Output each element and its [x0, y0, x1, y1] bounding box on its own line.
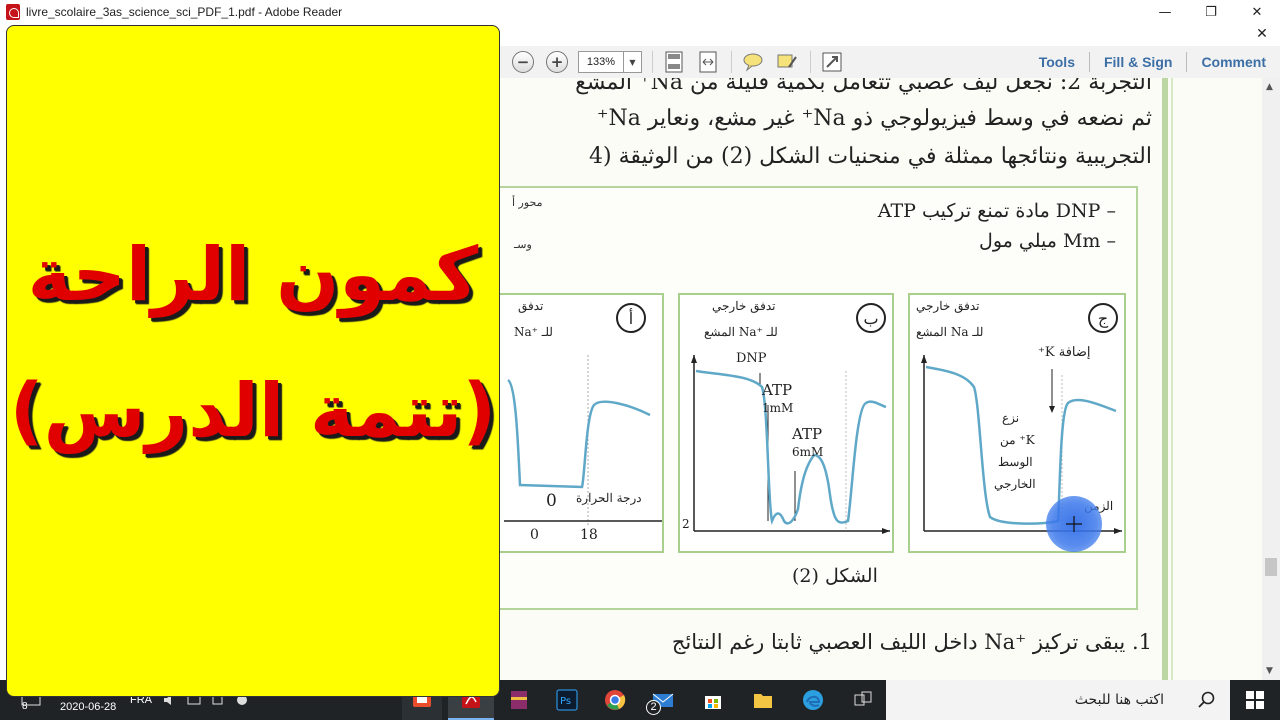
mail-badge: 2	[646, 700, 661, 715]
window-title-bar: livre_scolaire_3as_science_sci_PDF_1.pdf…	[0, 0, 1280, 24]
search-icon	[1198, 691, 1215, 708]
close-button[interactable]: ✕	[1234, 0, 1280, 24]
zoom-in-button[interactable]: +	[546, 51, 568, 73]
adobe-reader-icon	[6, 4, 20, 20]
clock-date: 2020-06-28	[60, 701, 117, 713]
taskbar-search-box[interactable]: اكتب هنا للبحث	[886, 680, 1230, 720]
panel-c-ylabel: تدفق خارجي	[916, 299, 980, 313]
taskbar-edge-icon[interactable]	[796, 680, 830, 720]
document-text-line: ثم نضعه في وسط فيزيولوجي ذو Na⁺ غير مشع،…	[596, 106, 1152, 131]
document-text-line: التجريبية ونتائجها ممثلة في منحنيات الشك…	[589, 144, 1152, 169]
taskbar-store-icon[interactable]	[696, 680, 730, 720]
panel-c-letter: ج	[1088, 303, 1118, 333]
panel-a-tick: 0	[530, 527, 539, 543]
vertical-scrollbar[interactable]: ▲ ▼	[1262, 78, 1280, 680]
sticky-note-icon[interactable]	[740, 49, 766, 75]
scroll-thumb[interactable]	[1265, 558, 1277, 576]
panel-a-ylabel: تدفق	[518, 299, 544, 313]
toolbar-panels: Tools Fill & Sign Comment	[1025, 46, 1280, 78]
figure-box: – DNP مادة تمنع تركيب ATP – Mm ميلي مول …	[500, 186, 1138, 610]
windows-logo-icon	[1246, 691, 1264, 709]
page-margin-stripe	[1162, 78, 1168, 680]
zoom-dropdown-button[interactable]: ▼	[624, 51, 642, 73]
axis-note: وسـ	[514, 238, 532, 251]
scroll-up-icon[interactable]: ▲	[1266, 82, 1273, 92]
tools-link[interactable]: Tools	[1025, 54, 1089, 70]
toolbar-divider	[810, 51, 811, 73]
figure-caption: الشكل (2)	[792, 565, 878, 587]
reader-toolbar: − + 133% ▼ Tools Fill & Sign Comment	[500, 46, 1280, 78]
panel-c-ylabel: للـ Na المشع	[916, 325, 984, 339]
minimize-button[interactable]: —	[1142, 0, 1188, 24]
panel-a-value: 0	[546, 491, 557, 511]
document-text-line: التجربة 2: نجعل ليف عصبي تتعامل بكمية قل…	[575, 78, 1152, 95]
start-button[interactable]	[1230, 680, 1280, 720]
panel-b-y-tick: 2	[682, 517, 690, 531]
page-margin-stripe	[1171, 78, 1173, 680]
legend-dnp: – DNP مادة تمنع تركيب ATP	[877, 200, 1116, 222]
taskbar-file-explorer-icon[interactable]	[746, 680, 780, 720]
zoom-level-input[interactable]: 133%	[578, 51, 624, 73]
question-text: 1. يبقى تركيز ⁺Na داخل الليف العصبي ثابت…	[671, 630, 1152, 654]
panel-c-add-k-label: إضافة K⁺	[1038, 345, 1091, 360]
panel-b-atp2-conc: 6mM	[792, 445, 824, 459]
task-view-icon[interactable]	[846, 680, 880, 720]
fit-page-icon[interactable]	[661, 49, 687, 75]
taskbar-chrome-icon[interactable]	[598, 680, 632, 720]
highlight-text-icon[interactable]	[774, 49, 800, 75]
panel-b-letter: ب	[856, 303, 886, 333]
panel-a-xlabel: درجة الحرارة	[576, 491, 642, 505]
restore-button[interactable]: ❐	[1188, 0, 1234, 24]
toolbar-divider	[652, 51, 653, 73]
panel-c-remove-label: الخارجي	[994, 477, 1036, 491]
toolbar-divider	[731, 51, 732, 73]
fullscreen-icon[interactable]	[819, 49, 845, 75]
legend-mm: – Mm ميلي مول	[979, 230, 1116, 252]
zoom-out-button[interactable]: −	[512, 51, 534, 73]
panel-b-ylabel: تدفق خارجي	[712, 299, 776, 313]
search-placeholder: اكتب هنا للبحث	[1074, 692, 1164, 708]
panel-a-ylabel: للـ ⁺Na	[514, 325, 553, 339]
panel-b-ylabel: للـ ⁺Na المشع	[704, 325, 778, 339]
graph-panel-b: تدفق خارجي للـ ⁺Na المشع ب DNP ATP 1mM A…	[678, 293, 894, 553]
fit-width-icon[interactable]	[695, 49, 721, 75]
axis-note: محور أ	[512, 196, 543, 209]
panel-c-remove-label: نزع	[1002, 411, 1020, 425]
comment-link[interactable]: Comment	[1187, 54, 1280, 70]
svg-text:Ps: Ps	[560, 696, 571, 707]
notification-count: 8	[22, 701, 28, 712]
taskbar-photoshop-icon[interactable]: Ps	[550, 680, 584, 720]
title-overlay-card: كمون الراحة (تتمة الدرس)	[6, 25, 500, 697]
panel-a-letter: أ	[616, 303, 646, 333]
panel-a-tick: 18	[580, 527, 598, 543]
panel-c-remove-label: الوسط	[998, 455, 1033, 469]
close-document-button[interactable]: ✕	[1254, 26, 1270, 42]
graph-panel-a: تدفق للـ ⁺Na أ 0 درجة الحرارة 0 18	[500, 293, 664, 553]
overlay-title: كمون الراحة	[27, 232, 479, 318]
window-title: livre_scolaire_3as_science_sci_PDF_1.pdf…	[26, 5, 343, 19]
taskbar-winrar-icon[interactable]	[502, 680, 536, 720]
document-view[interactable]: التجربة 2: نجعل ليف عصبي تتعامل بكمية قل…	[500, 78, 1262, 680]
panel-b-dnp-label: DNP	[736, 351, 767, 366]
window-controls: — ❐ ✕	[1142, 0, 1280, 24]
panel-b-atp2-label: ATP	[792, 425, 823, 443]
fill-sign-link[interactable]: Fill & Sign	[1090, 54, 1186, 70]
panel-c-remove-label: K⁺ من	[1000, 433, 1035, 447]
scroll-down-icon[interactable]: ▼	[1266, 666, 1273, 676]
panel-b-atp1-label: ATP	[762, 381, 793, 399]
overlay-subtitle: (تتمة الدرس)	[9, 368, 497, 454]
crosshair-cursor-icon	[1066, 516, 1082, 532]
panel-b-atp1-conc: 1mM	[762, 401, 794, 415]
